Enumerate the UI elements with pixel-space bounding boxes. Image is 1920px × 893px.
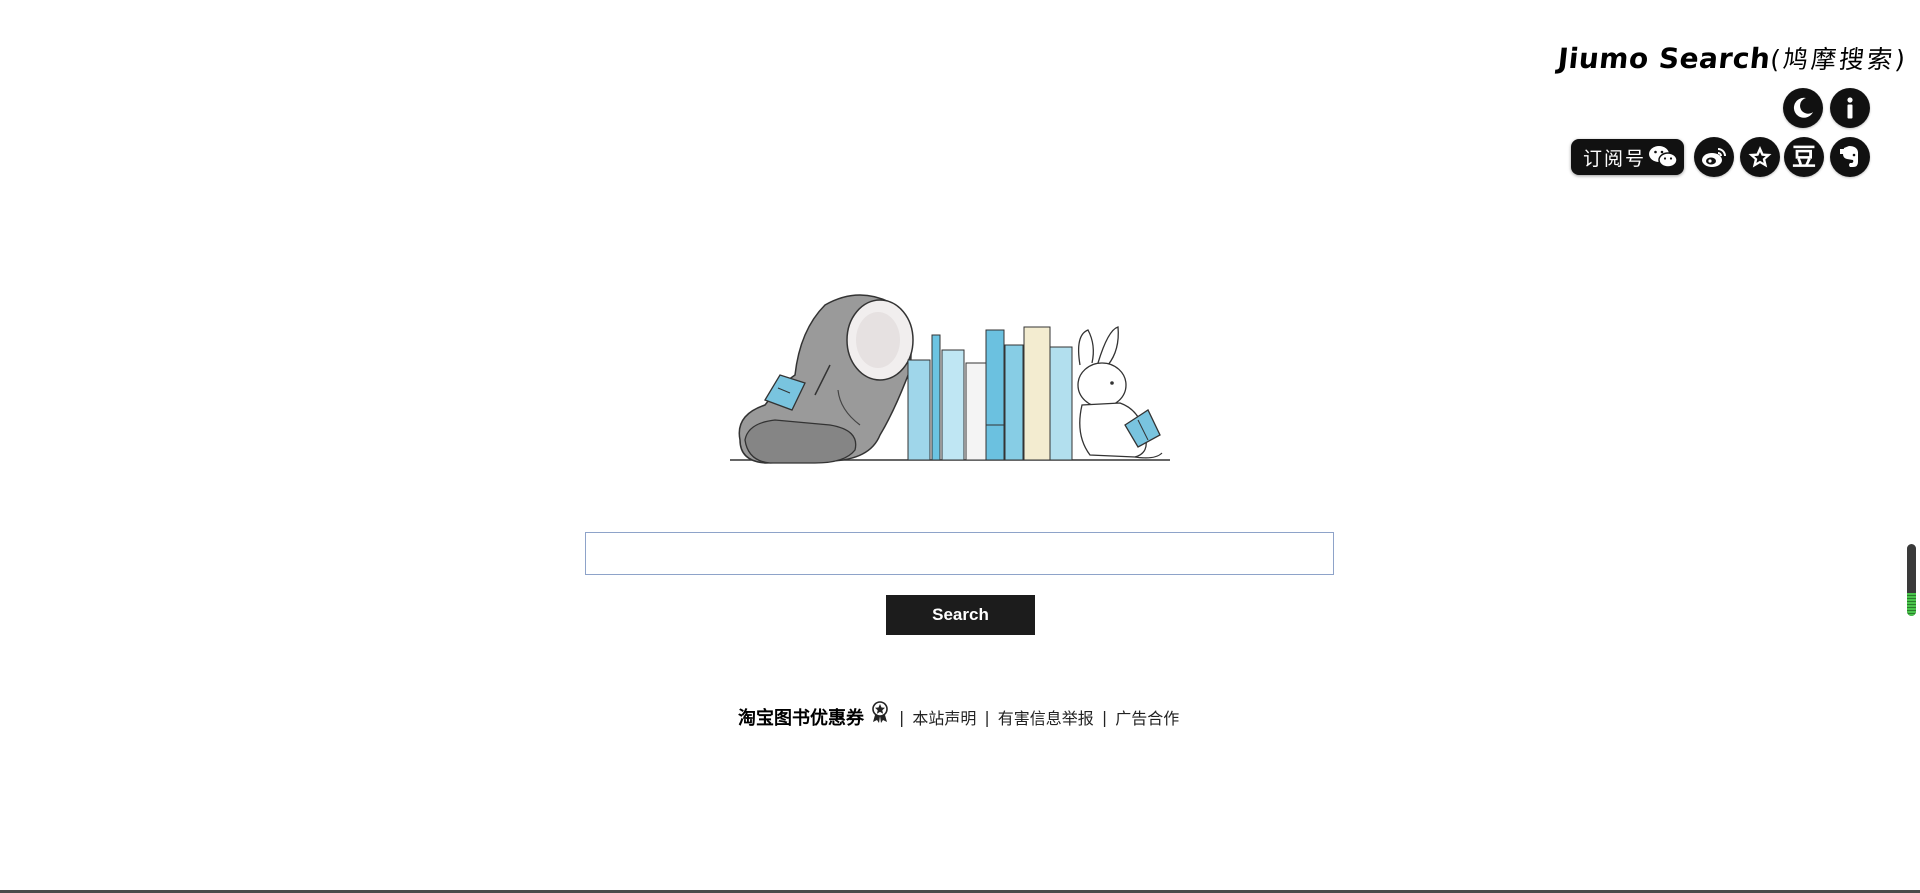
books-illustration xyxy=(907,326,1073,461)
info-button[interactable] xyxy=(1830,88,1870,128)
site-statement-link[interactable]: 本站声明 xyxy=(912,705,976,729)
page: Jiumo Search(鸠摩搜索) 订阅号 豆 Search 淘宝图书优惠券 … xyxy=(0,0,1920,893)
coupon-badge-icon xyxy=(872,701,888,723)
scroll-progress-indicator[interactable] xyxy=(1907,544,1916,616)
site-title-chinese: (鸠摩搜索) xyxy=(1768,45,1910,74)
weibo-button[interactable] xyxy=(1694,137,1734,177)
weibo-icon xyxy=(1702,148,1726,167)
report-harmful-info-link[interactable]: 有害信息举报 xyxy=(998,705,1094,729)
subscribe-label: 订阅号 xyxy=(1583,147,1647,170)
douban-icon: 豆 xyxy=(1792,143,1816,171)
night-mode-icon xyxy=(1793,97,1813,118)
search-input[interactable] xyxy=(585,532,1334,575)
info-icon xyxy=(1847,97,1853,119)
scroll-progress-fill xyxy=(1907,592,1916,616)
ad-cooperation-link[interactable]: 广告合作 xyxy=(1115,705,1179,729)
wechat-icon xyxy=(1649,146,1678,168)
evernote-icon xyxy=(1840,146,1858,167)
douban-button[interactable]: 豆 xyxy=(1784,137,1824,177)
hero-illustration xyxy=(730,294,1170,464)
rabbit-illustration xyxy=(1077,326,1163,459)
footer-separator: | xyxy=(1101,707,1108,727)
elephant-illustration xyxy=(738,294,914,464)
star-icon xyxy=(1748,146,1772,168)
taobao-coupon-link[interactable]: 淘宝图书优惠券 xyxy=(738,704,864,730)
site-title-main: Jiumo Search xyxy=(1556,42,1773,75)
search-button[interactable]: Search xyxy=(886,595,1035,635)
footer-separator: | xyxy=(984,707,990,727)
evernote-button[interactable] xyxy=(1830,137,1870,177)
site-title[interactable]: Jiumo Search(鸠摩搜索) xyxy=(1556,40,1910,76)
subscribe-button[interactable]: 订阅号 xyxy=(1571,139,1684,175)
favorite-button[interactable] xyxy=(1740,137,1780,177)
night-mode-button[interactable] xyxy=(1783,88,1823,128)
footer-links: 淘宝图书优惠券 | 本站声明 | 有害信息举报 | 广告合作 xyxy=(738,701,1179,732)
footer-separator: | xyxy=(899,707,905,727)
